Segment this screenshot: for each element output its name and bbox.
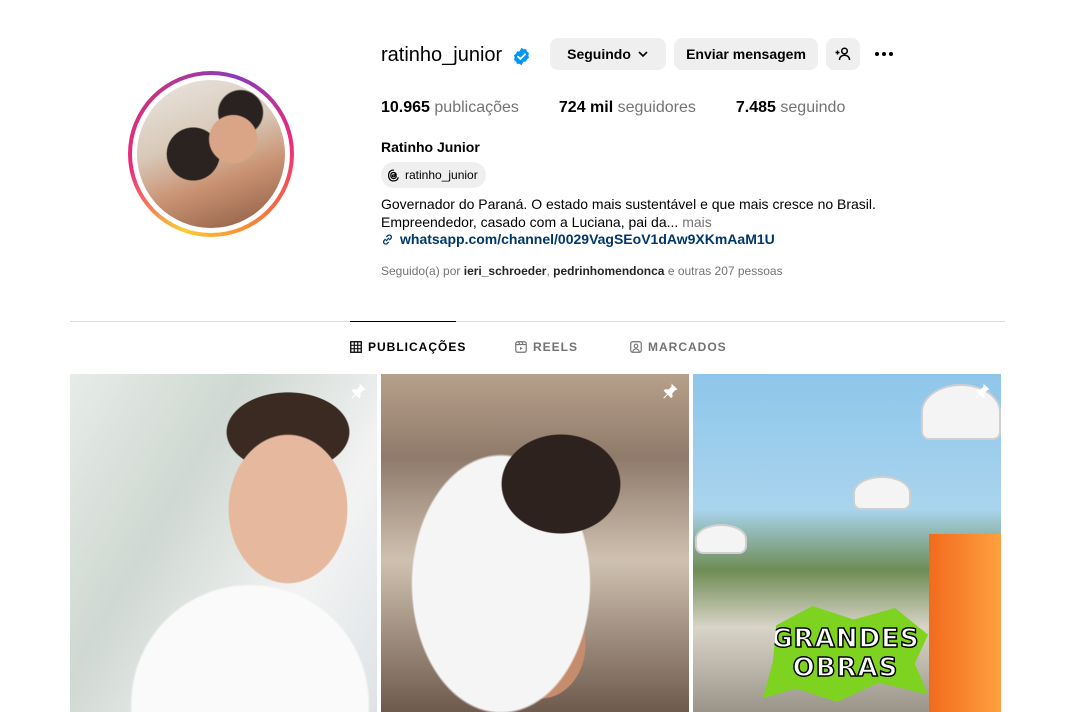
more-options-icon[interactable] <box>872 44 896 64</box>
profile-link-text: whatsapp.com/channel/0029VagSEoV1dAw9XKm… <box>400 231 775 247</box>
profile-link[interactable]: whatsapp.com/channel/0029VagSEoV1dAw9XKm… <box>381 231 775 247</box>
avatar-photo <box>137 80 285 228</box>
tab-reels[interactable]: REELS <box>515 340 578 354</box>
profile-username: ratinho_junior <box>381 44 503 66</box>
following-button-label: Seguindo <box>567 46 631 62</box>
tab-tagged-label: MARCADOS <box>648 340 727 354</box>
followers-link[interactable]: 724 mil seguidores <box>559 99 696 117</box>
tagged-icon <box>630 341 642 353</box>
post-thumbnail[interactable] <box>381 374 689 712</box>
profile-avatar[interactable] <box>128 71 294 237</box>
tabs-divider <box>70 321 1005 322</box>
link-icon <box>383 233 392 245</box>
grandes-obras-badge: GRANDES OBRAS <box>763 606 928 702</box>
bio-line-2: Empreendedor, casado com a Luciana, pai … <box>381 214 712 230</box>
tab-reels-label: REELS <box>533 340 579 354</box>
profile-bio: Governador do Paraná. O estado mais sust… <box>381 195 901 231</box>
add-user-icon <box>835 47 851 61</box>
threads-icon <box>388 168 399 182</box>
pinned-icon <box>663 383 678 399</box>
profile-full-name: Ratinho Junior <box>381 139 480 155</box>
tab-tagged[interactable]: MARCADOS <box>630 340 727 354</box>
send-message-button[interactable]: Enviar mensagem <box>674 38 818 70</box>
followed-by-text[interactable]: Seguido(a) por ieri_schroeder, pedrinhom… <box>381 264 783 278</box>
badge-line-1: GRANDES <box>771 624 920 655</box>
follower-user-1[interactable]: ieri_schroeder <box>464 264 547 278</box>
bio-more-link[interactable]: mais <box>682 214 712 230</box>
tab-posts[interactable]: PUBLICAÇÕES <box>350 340 466 354</box>
badge-line-2: OBRAS <box>792 653 899 683</box>
helmet-graphic <box>695 524 747 554</box>
suggested-users-button[interactable] <box>826 38 860 70</box>
pinned-icon <box>975 383 990 399</box>
tab-posts-label: PUBLICAÇÕES <box>368 340 467 354</box>
send-message-label: Enviar mensagem <box>686 46 806 62</box>
verified-badge-icon <box>513 47 530 66</box>
profile-stats: 10.965 publicações 724 mil seguidores 7.… <box>381 99 885 117</box>
posts-count: 10.965 publicações <box>381 99 519 116</box>
grid-icon <box>350 341 362 353</box>
reels-icon <box>515 341 527 353</box>
post-thumbnail[interactable]: GRANDES OBRAS <box>693 374 1001 712</box>
following-button[interactable]: Seguindo <box>550 38 666 70</box>
active-tab-indicator <box>350 321 456 322</box>
chevron-down-icon <box>638 51 648 58</box>
threads-link[interactable]: ratinho_junior <box>381 162 486 188</box>
threads-handle: ratinho_junior <box>405 168 478 182</box>
bio-line-1: Governador do Paraná. O estado mais sust… <box>381 196 876 212</box>
helmet-graphic <box>853 476 911 510</box>
pinned-icon <box>351 383 366 399</box>
avatar-border <box>132 75 290 233</box>
safety-vest-graphic <box>929 534 1001 712</box>
follower-user-2[interactable]: pedrinhomendonca <box>553 264 664 278</box>
following-link[interactable]: 7.485 seguindo <box>736 99 845 117</box>
post-thumbnail[interactable] <box>70 374 377 712</box>
